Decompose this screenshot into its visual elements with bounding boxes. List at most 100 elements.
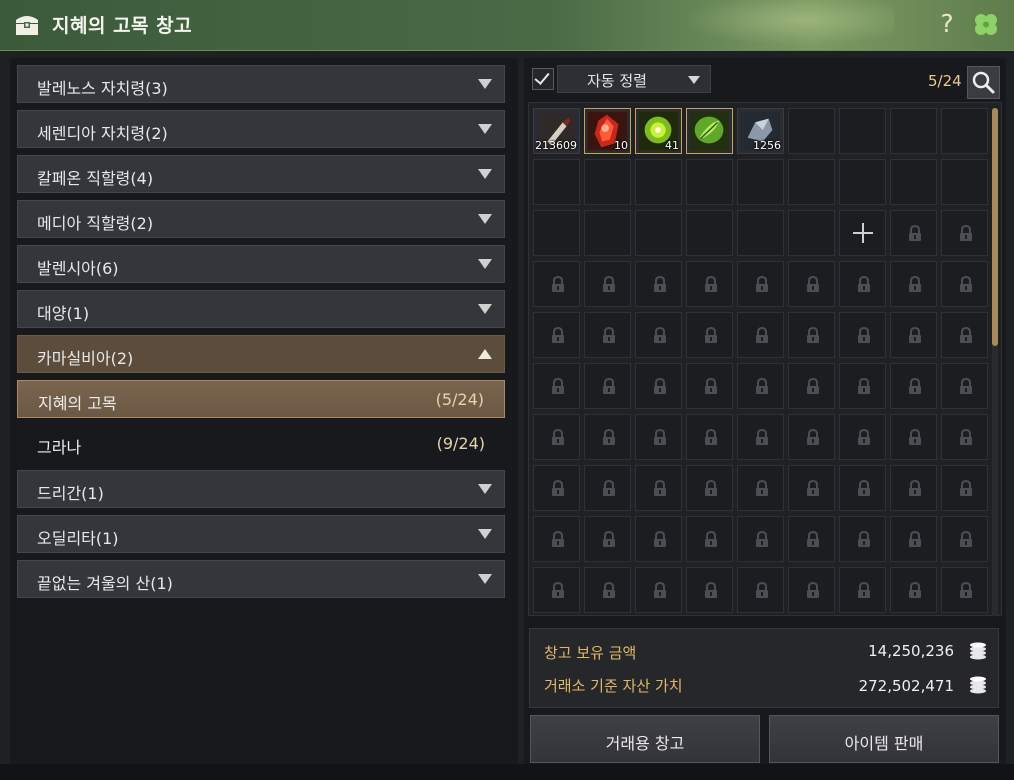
empty-slot[interactable] [584,159,631,205]
chevron-down-icon [478,529,492,539]
locked-slot [890,261,937,307]
locked-slot [890,567,937,613]
chevron-down-icon [478,214,492,224]
empty-slot[interactable] [584,210,631,256]
lock-icon [756,582,768,598]
lock-icon [756,378,768,394]
locked-slot [533,465,580,511]
lock-icon [960,531,972,547]
empty-slot[interactable] [737,159,784,205]
region-label: 오딜리타(1) [37,529,119,548]
locked-slot [737,414,784,460]
empty-slot[interactable] [788,108,835,154]
lock-icon [552,327,564,343]
empty-slot[interactable] [788,159,835,205]
lock-icon [756,327,768,343]
title-bar-decoration [664,0,894,50]
region-item-odyllita[interactable]: 오딜리타(1) [17,515,505,553]
empty-slot[interactable] [839,108,886,154]
clover-icon[interactable] [972,12,1000,38]
item-slot[interactable] [686,108,733,154]
lock-icon [909,531,921,547]
green-leaf-icon [689,111,730,151]
storage-item-old-wisdom-tree[interactable]: 지혜의 고목 (5/24) [17,380,505,418]
grid-scrollbar[interactable] [992,108,998,616]
chevron-down-icon [688,76,700,84]
lock-icon [960,429,972,445]
trade-storage-button[interactable]: 거래용 창고 [530,715,760,763]
empty-slot[interactable] [941,108,988,154]
lock-icon [960,276,972,292]
lock-icon [858,480,870,496]
chevron-down-icon [478,124,492,134]
lock-icon [552,429,564,445]
locked-slot [635,363,682,409]
lock-icon [960,378,972,394]
locked-slot [788,516,835,562]
empty-slot[interactable] [533,210,580,256]
empty-slot[interactable] [686,159,733,205]
region-item-serendia[interactable]: 세렌디아 자치령(2) [17,110,505,148]
locked-slot [890,210,937,256]
empty-slot[interactable] [839,159,886,205]
lock-icon [552,582,564,598]
locked-slot [686,516,733,562]
region-item-kamasylvia[interactable]: 카마실비아(2) [17,335,505,373]
storage-panel: 자동 정렬 5/24 213609 10 41 1256 창고 보유 금액 14,25… [524,58,1006,764]
help-button[interactable]: ? [936,9,958,39]
region-item-balenos[interactable]: 발레노스 자치령(3) [17,65,505,103]
empty-slot[interactable] [533,159,580,205]
lock-icon [603,378,615,394]
item-grid-container: 213609 10 41 1256 [528,102,1002,616]
item-slot[interactable]: 41 [635,108,682,154]
empty-slot[interactable] [686,210,733,256]
region-item-drieghan[interactable]: 드리간(1) [17,470,505,508]
chest-icon [16,16,38,35]
region-item-valencia[interactable]: 발렌시아(6) [17,245,505,283]
plus-icon [853,223,873,243]
empty-slot[interactable] [890,108,937,154]
locked-slot [788,312,835,358]
empty-slot[interactable] [941,159,988,205]
locked-slot [941,465,988,511]
item-slot[interactable]: 10 [584,108,631,154]
item-slot[interactable]: 1256 [737,108,784,154]
empty-slot[interactable] [737,210,784,256]
region-label: 발레노스 자치령(3) [37,79,168,98]
empty-slot[interactable] [635,210,682,256]
lock-icon [909,480,921,496]
lock-icon [654,429,666,445]
warehouse-window: 지혜의 고목 창고 ? 발레노스 자치령(3) 세렌디아 자치령(2) 칼페온 … [0,0,1014,780]
background-strip [0,764,1014,780]
search-button[interactable] [967,66,1000,99]
item-slot[interactable]: 213609 [533,108,580,154]
region-label: 끝없는 겨울의 산(1) [37,574,173,593]
scrollbar-thumb[interactable] [992,108,998,346]
lock-icon [807,327,819,343]
expand-slot-button[interactable] [839,210,886,256]
coin-stack-icon [970,676,986,694]
lock-icon [909,327,921,343]
sell-item-button[interactable]: 아이템 판매 [769,715,999,763]
storage-item-grana[interactable]: 그라나 (9/24) [17,425,505,463]
region-item-ocean[interactable]: 대양(1) [17,290,505,328]
lock-icon [807,378,819,394]
silver-value: 14,250,236 [868,642,954,660]
empty-slot[interactable] [635,159,682,205]
lock-icon [960,480,972,496]
locked-slot [941,363,988,409]
region-item-mediah[interactable]: 메디아 직할령(2) [17,200,505,238]
chevron-down-icon [478,304,492,314]
chevron-down-icon [478,169,492,179]
region-item-calpheon[interactable]: 칼페온 직할령(4) [17,155,505,193]
empty-slot[interactable] [788,210,835,256]
window-title: 지혜의 고목 창고 [52,15,193,37]
auto-sort-checkbox[interactable] [532,68,554,90]
lock-icon [909,378,921,394]
empty-slot[interactable] [890,159,937,205]
lock-icon [654,480,666,496]
locked-slot [533,567,580,613]
title-bar[interactable]: 지혜의 고목 창고 ? [0,0,1014,51]
region-item-mountain-of-eternal-winter[interactable]: 끝없는 겨울의 산(1) [17,560,505,598]
sort-dropdown[interactable]: 자동 정렬 [557,65,711,93]
